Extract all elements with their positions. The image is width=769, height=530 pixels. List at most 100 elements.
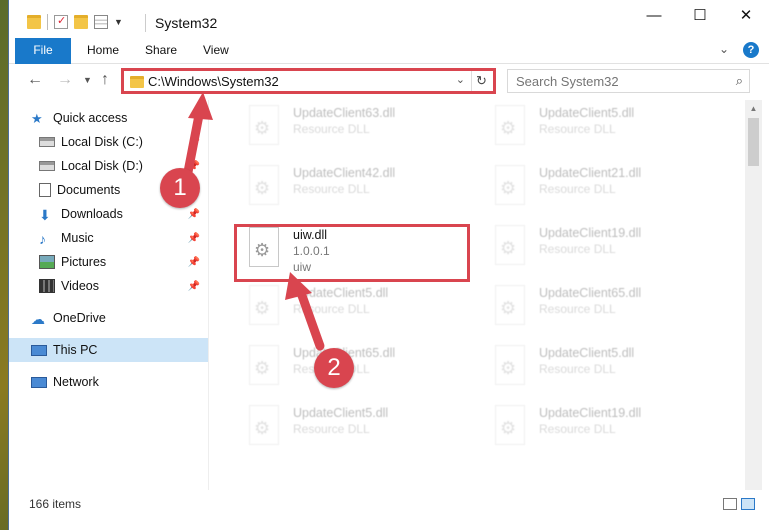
- pin-icon[interactable]: 📌: [188, 257, 200, 268]
- file-list: UpdateClient63.dll Resource DLL UpdateCl…: [221, 100, 745, 490]
- dll-file-icon: [495, 285, 525, 325]
- maximize-button[interactable]: ☐: [677, 0, 723, 30]
- cloud-icon: ☁: [31, 311, 45, 327]
- disk-icon: [39, 161, 55, 171]
- ribbon-tabs: File Home Share View ⌄ ?: [9, 38, 769, 98]
- nav-item-label: Downloads: [61, 207, 123, 221]
- nav-item-label: Network: [53, 375, 99, 389]
- search-box[interactable]: ⌕: [507, 69, 750, 93]
- nav-item-pictures[interactable]: Pictures 📌: [9, 250, 208, 274]
- toolbar-divider: [47, 14, 48, 30]
- tab-home[interactable]: Home: [75, 38, 131, 63]
- file-item[interactable]: UpdateClient21.dll Resource DLL: [477, 162, 717, 222]
- help-icon[interactable]: ?: [743, 42, 759, 58]
- dll-file-icon: [495, 405, 525, 445]
- properties-icon[interactable]: [94, 15, 108, 29]
- file-item[interactable]: UpdateClient5.dll Resource DLL: [231, 282, 471, 342]
- file-description: Resource DLL: [539, 362, 616, 376]
- refresh-icon[interactable]: ↻: [471, 71, 491, 91]
- file-item[interactable]: UpdateClient5.dll Resource DLL: [477, 102, 717, 162]
- nav-item-label: Local Disk (C:): [61, 135, 143, 149]
- file-name: UpdateClient19.dll: [539, 406, 642, 420]
- pin-icon[interactable]: 📌: [188, 209, 200, 220]
- nav-item-onedrive[interactable]: ☁ OneDrive: [9, 306, 208, 330]
- file-name: UpdateClient63.dll: [293, 106, 396, 120]
- scroll-thumb[interactable]: [748, 118, 759, 166]
- file-description: Resource DLL: [293, 122, 370, 136]
- navigation-pane: ★ Quick access Local Disk (C:) 📌 Local D…: [9, 100, 209, 490]
- properties-check-icon[interactable]: [54, 14, 68, 29]
- nav-item-local-disk-c[interactable]: Local Disk (C:) 📌: [9, 130, 208, 154]
- forward-arrow-icon[interactable]: →: [57, 71, 73, 89]
- minimize-button[interactable]: —: [631, 0, 677, 30]
- file-item[interactable]: UpdateClient42.dll Resource DLL: [231, 162, 471, 222]
- dll-file-icon: [249, 345, 279, 385]
- file-name: UpdateClient5.dll: [293, 286, 389, 300]
- details-view-icon[interactable]: [723, 498, 737, 510]
- star-icon: ★: [31, 111, 43, 126]
- back-arrow-icon[interactable]: ←: [27, 71, 43, 89]
- file-item[interactable]: UpdateClient5.dll Resource DLL: [477, 342, 717, 402]
- address-bar[interactable]: C:\Windows\System32 ⌄ ↻: [121, 68, 496, 94]
- vertical-scrollbar[interactable]: ▲: [745, 100, 762, 490]
- customize-toolbar-arrow-icon[interactable]: ▼: [114, 17, 123, 27]
- file-item[interactable]: UpdateClient63.dll Resource DLL: [231, 102, 471, 162]
- tab-view[interactable]: View: [191, 38, 241, 63]
- dll-file-icon: [495, 165, 525, 205]
- pin-icon[interactable]: 📌: [188, 281, 200, 292]
- file-description: Resource DLL: [293, 182, 370, 196]
- pin-icon[interactable]: 📌: [188, 233, 200, 244]
- recent-locations-icon[interactable]: ▼: [83, 75, 92, 85]
- dll-file-icon: [249, 165, 279, 205]
- nav-item-label: Pictures: [61, 255, 107, 269]
- disk-icon: [39, 137, 55, 147]
- file-description: Resource DLL: [539, 122, 616, 136]
- large-icons-view-icon[interactable]: [741, 498, 755, 510]
- file-item[interactable]: UpdateClient65.dll Resource DLL: [477, 282, 717, 342]
- dll-file-icon: [249, 105, 279, 145]
- search-icon[interactable]: ⌕: [736, 73, 743, 89]
- file-item[interactable]: UpdateClient19.dll Resource DLL: [477, 402, 717, 462]
- nav-item-label: Quick access: [53, 111, 128, 125]
- status-bar: 166 items: [9, 490, 769, 530]
- pc-icon: [31, 344, 47, 356]
- nav-item-label: Videos: [61, 279, 99, 293]
- dll-file-icon: [249, 405, 279, 445]
- nav-item-label: Music: [61, 231, 94, 245]
- dll-file-icon: [495, 225, 525, 265]
- nav-item-label: This PC: [53, 343, 98, 357]
- item-count: 166 items: [29, 497, 82, 511]
- dll-file-icon: [495, 345, 525, 385]
- chevron-down-icon[interactable]: ⌄: [719, 42, 729, 58]
- window-title: System32: [155, 15, 218, 31]
- videos-icon: [39, 279, 55, 293]
- documents-icon: [39, 183, 51, 197]
- close-button[interactable]: ✕: [723, 0, 769, 30]
- nav-item-music[interactable]: ♪ Music 📌: [9, 226, 208, 250]
- nav-item-this-pc[interactable]: This PC: [9, 338, 208, 362]
- nav-item-quick-access[interactable]: ★ Quick access: [9, 106, 208, 130]
- address-path[interactable]: C:\Windows\System32: [148, 74, 279, 89]
- file-name: UpdateClient5.dll: [293, 406, 389, 420]
- step-badge-2: 2: [314, 348, 354, 388]
- downloads-icon: ⬇: [39, 207, 51, 223]
- address-dropdown-icon[interactable]: ⌄: [456, 73, 465, 86]
- nav-item-label: OneDrive: [53, 311, 106, 325]
- nav-item-videos[interactable]: Videos 📌: [9, 274, 208, 298]
- file-description: Resource DLL: [293, 422, 370, 436]
- file-item[interactable]: UpdateClient5.dll Resource DLL: [231, 402, 471, 462]
- quick-access-toolbar: ▼: [27, 14, 123, 30]
- file-name: UpdateClient65.dll: [539, 286, 642, 300]
- tab-share[interactable]: Share: [133, 38, 189, 63]
- search-input[interactable]: [508, 70, 718, 92]
- nav-item-label: Local Disk (D:): [61, 159, 143, 173]
- file-description: Resource DLL: [539, 242, 616, 256]
- new-folder-icon[interactable]: [74, 15, 88, 29]
- file-item[interactable]: UpdateClient19.dll Resource DLL: [477, 222, 717, 282]
- scroll-up-icon[interactable]: ▲: [745, 100, 762, 117]
- pin-icon[interactable]: 📌: [188, 137, 200, 148]
- up-arrow-icon[interactable]: ↑: [101, 71, 109, 89]
- file-highlight-box: [234, 224, 470, 282]
- music-icon: ♪: [39, 231, 46, 247]
- nav-item-network[interactable]: Network: [9, 370, 208, 394]
